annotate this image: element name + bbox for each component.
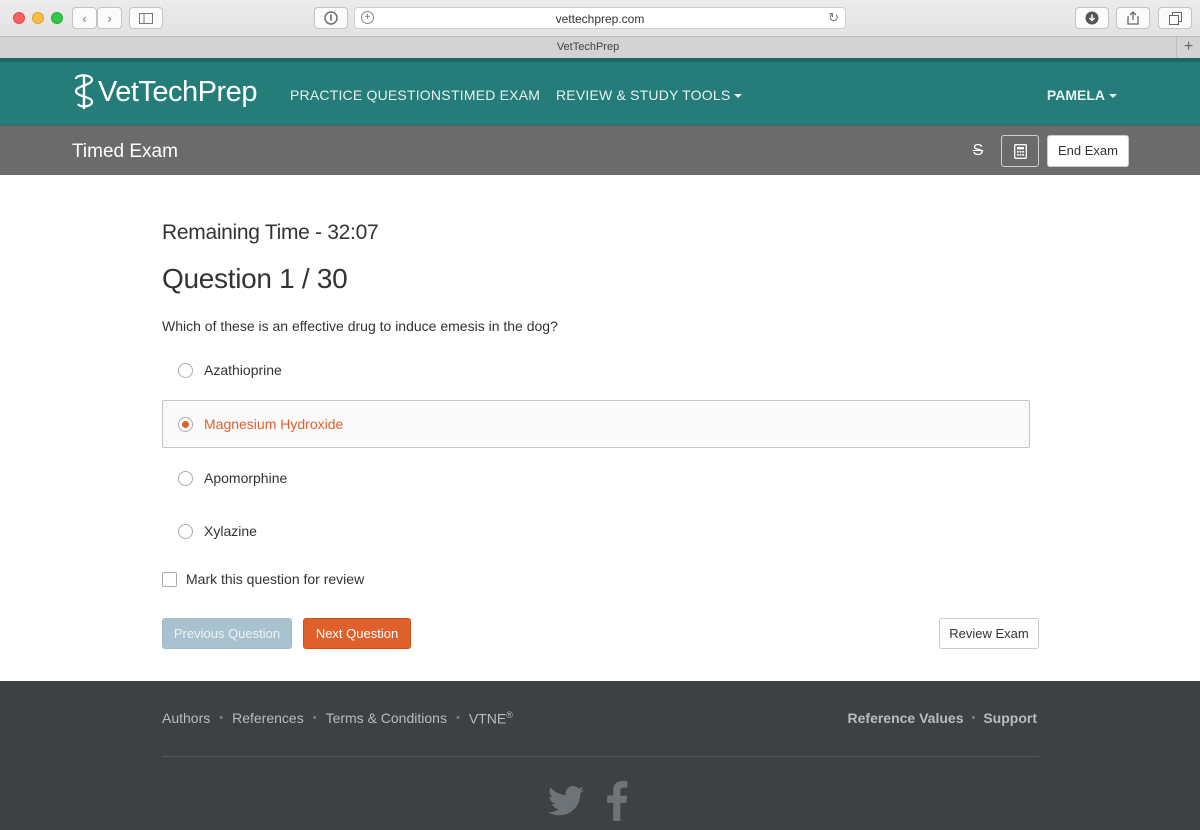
sidebar-icon (139, 12, 153, 24)
radio-button[interactable] (178, 471, 193, 486)
separator-dot: • (455, 712, 460, 725)
separator-dot: • (219, 712, 224, 725)
download-icon (1085, 11, 1099, 25)
footer-link-vtne[interactable]: VTNE® (469, 710, 513, 727)
next-question-button[interactable]: Next Question (303, 618, 411, 649)
strikethrough-tool-button[interactable]: S (966, 139, 990, 163)
address-bar[interactable]: + vettechprep.com ↻ (354, 7, 846, 29)
mark-for-review-checkbox[interactable] (162, 571, 177, 587)
exam-header-bar: Timed Exam S End Exam (0, 125, 1200, 175)
answer-option-label: Apomorphine (204, 470, 288, 486)
chevron-left-icon: ‹ (82, 10, 87, 26)
answer-option-xylazine[interactable]: Xylazine (162, 507, 1030, 555)
strikethrough-icon: S (972, 142, 984, 159)
answer-option-apomorphine[interactable]: Apomorphine (162, 454, 1030, 502)
privacy-info-button[interactable] (314, 7, 348, 29)
answer-option-label: Xylazine (204, 523, 257, 539)
previous-question-button[interactable]: Previous Question (162, 618, 292, 649)
caret-down-icon (734, 94, 743, 99)
downloads-button[interactable] (1075, 7, 1109, 29)
tab-bar: VetTechPrep + (0, 36, 1200, 58)
mark-for-review-label: Mark this question for review (186, 571, 365, 587)
footer-links: Authors • References • Terms & Condition… (162, 710, 513, 727)
share-button[interactable] (1116, 7, 1150, 29)
user-menu[interactable]: PAMELA (1047, 87, 1117, 103)
answer-option-label: Magnesium Hydroxide (204, 416, 344, 432)
footer-link-support[interactable]: Support (983, 710, 1037, 726)
radio-button[interactable] (178, 524, 193, 539)
facebook-icon[interactable] (606, 781, 628, 821)
caret-down-icon (1109, 94, 1117, 99)
radio-button-selected[interactable] (178, 417, 193, 432)
back-button[interactable]: ‹ (72, 7, 97, 29)
remaining-time: Remaining Time - 32:07 (162, 221, 379, 244)
logo-text: VetTechPrep (98, 75, 257, 108)
user-name: PAMELA (1046, 87, 1105, 103)
answer-option-azathioprine[interactable]: Azathioprine (162, 346, 1030, 394)
nav-practice-questions[interactable]: PRACTICE QUESTIONS (290, 87, 451, 103)
radio-button[interactable] (178, 363, 193, 378)
nav-timed-exam[interactable]: TIMED EXAM (451, 87, 540, 103)
review-exam-button[interactable]: Review Exam (939, 618, 1039, 649)
site-navbar: VetTechPrep PRACTICE QUESTIONS TIMED EXA… (0, 58, 1200, 125)
twitter-icon[interactable] (548, 786, 584, 816)
tabs-overview-button[interactable] (1158, 7, 1192, 29)
forward-button[interactable]: › (97, 7, 122, 29)
end-exam-button[interactable]: End Exam (1047, 135, 1129, 167)
exam-main: Remaining Time - 32:07 Question 1 / 30 W… (0, 175, 1200, 681)
share-icon (1127, 11, 1139, 25)
reload-icon[interactable]: ↻ (828, 10, 839, 26)
footer-divider (162, 756, 1039, 757)
calculator-button[interactable] (1001, 135, 1039, 167)
page-title: Timed Exam (72, 141, 178, 162)
footer-right-links: Reference Values • Support (848, 710, 1037, 726)
mark-for-review[interactable]: Mark this question for review (162, 571, 364, 587)
separator-dot: • (971, 712, 976, 724)
footer-link-reference-values[interactable]: Reference Values (848, 710, 964, 726)
close-window-button[interactable] (13, 12, 25, 24)
site-logo[interactable]: VetTechPrep (72, 73, 257, 111)
registered-mark: ® (506, 710, 513, 720)
answer-option-magnesium-hydroxide[interactable]: Magnesium Hydroxide (162, 400, 1030, 448)
url-text: vettechprep.com (555, 12, 645, 26)
site-footer: Authors • References • Terms & Condition… (0, 681, 1200, 830)
question-number: Question 1 / 30 (162, 263, 348, 294)
zoom-window-button[interactable] (51, 12, 63, 24)
footer-link-terms[interactable]: Terms & Conditions (326, 710, 447, 726)
chevron-right-icon: › (107, 10, 112, 26)
question-text: Which of these is an effective drug to i… (162, 318, 558, 334)
caduceus-logo-icon (74, 74, 94, 109)
minimize-window-button[interactable] (32, 12, 44, 24)
browser-toolbar: ‹ › + vettechprep.com ↻ VetTechPrep + (0, 0, 1200, 58)
footer-link-references[interactable]: References (232, 710, 304, 726)
new-tab-button[interactable]: + (1176, 37, 1200, 58)
tab-title[interactable]: VetTechPrep (0, 41, 1176, 53)
social-links (548, 781, 628, 821)
footer-link-vtne-label: VTNE (468, 710, 507, 727)
nav-review-study-tools-label: REVIEW & STUDY TOOLS (556, 87, 731, 103)
calculator-icon (1013, 143, 1027, 159)
answer-option-label: Azathioprine (204, 362, 282, 378)
sidebar-button[interactable] (129, 7, 163, 29)
footer-link-authors[interactable]: Authors (162, 710, 210, 726)
info-icon (324, 11, 338, 25)
separator-dot: • (312, 712, 317, 725)
tabs-icon (1168, 11, 1182, 25)
nav-review-study-tools[interactable]: REVIEW & STUDY TOOLS (556, 87, 743, 103)
